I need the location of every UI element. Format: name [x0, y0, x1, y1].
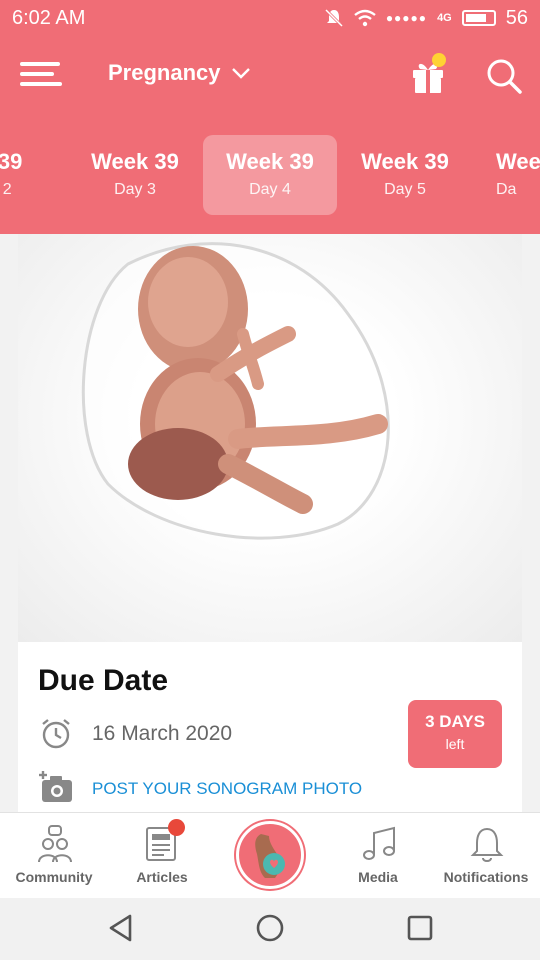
chevron-down-icon	[231, 68, 250, 79]
nav-community[interactable]: Community	[0, 813, 108, 899]
week-tab-day: Day 4	[249, 181, 291, 198]
community-icon	[38, 825, 72, 863]
bottom-navigation: Community Articles Media Notifications	[0, 812, 540, 898]
week-tab-week: k 39	[0, 149, 23, 174]
system-navigation-bar	[0, 898, 540, 960]
week-tab-week: Wee	[496, 149, 540, 174]
app-title: Pregnancy	[108, 60, 221, 85]
week-tab-day: Day 3	[114, 181, 156, 198]
nav-media[interactable]: Media	[324, 813, 432, 899]
search-icon[interactable]	[484, 56, 524, 96]
battery-icon	[461, 10, 496, 26]
home-icon[interactable]	[255, 913, 285, 943]
nav-community-label: Community	[15, 869, 93, 885]
gift-notification-dot	[432, 53, 446, 67]
due-date-value: 16 March 2020	[92, 722, 233, 745]
due-date-title: Due Date	[38, 664, 169, 697]
nav-notifications[interactable]: Notifications	[432, 813, 540, 899]
days-left-badge[interactable]: 3 DAYS left	[408, 700, 502, 768]
battery-level: 56	[505, 6, 528, 29]
week-tab-selected[interactable]: Week 39 Day 4	[203, 135, 337, 215]
mute-icon	[324, 8, 343, 28]
fetus-illustration	[18, 234, 522, 642]
bell-icon	[470, 827, 504, 862]
signal-icon: ●●●●●	[385, 11, 428, 25]
week-tab[interactable]: Wee Da	[472, 135, 540, 215]
week-tab-day: y 2	[0, 181, 12, 198]
pregnancy-dropdown[interactable]: Pregnancy	[108, 60, 251, 86]
network-label: 4G	[437, 12, 452, 24]
nav-media-label: Media	[358, 869, 398, 885]
nav-articles-label: Articles	[136, 869, 188, 885]
back-icon[interactable]	[106, 913, 136, 943]
nav-articles[interactable]: Articles	[108, 813, 216, 899]
pregnancy-card: Due Date 16 March 2020 3 DAYS left POST …	[18, 234, 522, 812]
days-left-count: 3 DAYS	[425, 712, 485, 731]
nav-pregnancy-center[interactable]	[236, 821, 304, 889]
app-bar: Pregnancy	[0, 36, 540, 116]
wifi-icon	[354, 9, 376, 27]
articles-notification-dot	[168, 819, 185, 836]
music-icon	[363, 826, 395, 860]
week-tab-day: Da	[496, 181, 517, 198]
post-sonogram-link[interactable]: POST YOUR SONOGRAM PHOTO	[92, 779, 362, 799]
add-photo-icon[interactable]	[38, 770, 74, 804]
status-icons: ●●●●● 4G 56	[324, 7, 528, 30]
nav-notifications-label: Notifications	[443, 869, 529, 885]
week-tab-day: Day 5	[384, 181, 426, 198]
status-bar: 6:02 AM ●●●●● 4G 56	[0, 0, 540, 36]
alarm-clock-icon	[42, 719, 70, 749]
pregnancy-icon	[255, 834, 285, 878]
recents-icon[interactable]	[405, 913, 435, 943]
week-tab-week: Week 39	[91, 149, 179, 174]
week-tab-week: Week 39	[226, 149, 314, 174]
week-tab[interactable]: Week 39 Day 5	[338, 135, 472, 215]
status-time: 6:02 AM	[12, 6, 86, 29]
week-tab[interactable]: Week 39 Day 3	[68, 135, 202, 215]
week-selector: k 39 y 2 Week 39 Day 3 Week 39 Day 4 Wee…	[0, 116, 540, 234]
week-tab[interactable]: k 39 y 2	[0, 135, 68, 215]
week-tab-week: Week 39	[361, 149, 449, 174]
days-left-label: left	[445, 736, 465, 752]
menu-icon[interactable]	[20, 60, 62, 90]
